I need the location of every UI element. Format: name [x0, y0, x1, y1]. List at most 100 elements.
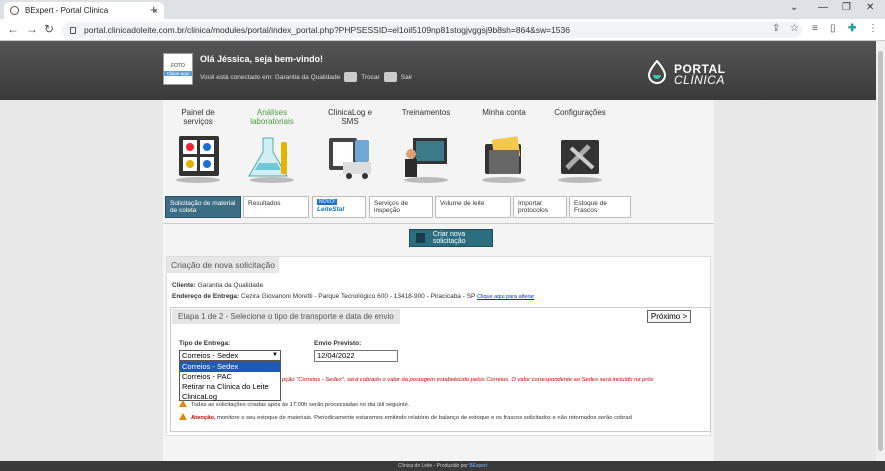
menu-analises-laboratoriais[interactable]: Análises laboratoriais: [242, 108, 302, 186]
logout-icon[interactable]: [383, 72, 397, 82]
delivery-dropdown-list: Correios - Sedex Correios - PAC Retirar …: [179, 361, 281, 401]
menu-label: ClinicaLog e SMS: [327, 108, 373, 126]
subnav-label: Volume de leite: [440, 200, 485, 207]
attention-label: Atenção,: [191, 415, 216, 421]
subnav-estoque-frascos[interactable]: Estoque de Frascos: [569, 196, 631, 218]
menu-configuracoes[interactable]: Configurações: [550, 108, 610, 186]
page-scrollbar[interactable]: [876, 41, 885, 461]
subnav-solicitacao-material[interactable]: Solicitação de material de coleta: [165, 196, 241, 218]
subnav-label: Estoque de Frascos: [574, 200, 607, 214]
reload-icon[interactable]: ↻: [44, 22, 54, 36]
subnav-importar-protocolos[interactable]: Importar protocolos: [513, 196, 567, 218]
ship-date-label: Envio Previsto:: [314, 340, 362, 347]
subnav-label: Serviços de inspeção: [374, 200, 408, 214]
close-window-icon[interactable]: ✕: [866, 2, 874, 13]
menu-clinicalog-sms[interactable]: ClinicaLog e SMS: [320, 108, 380, 186]
subnav-leitestat[interactable]: NOVO! LeiteStat: [312, 196, 366, 218]
address-info: Endereço de Entrega: Cezira Giovanoni Mo…: [172, 293, 534, 300]
lock-icon: [70, 26, 76, 34]
menu-label: Configurações: [554, 108, 606, 117]
welcome-message: Olá Jéssica, seja bem-vindo!: [200, 54, 324, 64]
chevron-down-icon[interactable]: ⌄: [790, 2, 798, 13]
browser-tab[interactable]: BExpert - Portal Clínica ×: [4, 2, 164, 19]
create-icon: [416, 233, 425, 243]
portal-logo-icon: [647, 60, 667, 84]
subnav-label: Importar protocolos: [518, 200, 548, 214]
client-value: Garantia da Qualidade: [197, 282, 264, 289]
services-panel-icon: [176, 136, 220, 183]
menu-label: Treinamentos: [401, 108, 451, 117]
chevron-down-icon: ▼: [272, 352, 278, 358]
forward-icon[interactable]: →: [26, 22, 38, 36]
connected-to-text: Você está conectado em: Garantia da Qual…: [200, 73, 341, 81]
extension-icon[interactable]: ✚: [848, 23, 856, 34]
panel-title: Criação de nova solicitação: [167, 257, 279, 273]
switch-link[interactable]: Trocar: [361, 74, 380, 81]
reading-list-icon[interactable]: ≡: [812, 23, 818, 34]
portal-logo-text: PORTAL CLÍNICA: [674, 63, 725, 87]
subnav-label: Resultados: [248, 200, 281, 207]
delivery-option[interactable]: Correios - PAC: [180, 372, 280, 382]
warning-icon: [179, 413, 187, 420]
subnav-servicos-inspecao[interactable]: Serviços de inspeção: [369, 196, 433, 218]
time-warning-text: Todas as solicitações criadas após às 17…: [191, 402, 410, 408]
delivery-option[interactable]: Retirar na Clínica do Leite: [180, 382, 280, 392]
menu-label: Análises laboratoriais: [250, 108, 294, 126]
training-board-icon: [404, 138, 448, 183]
footer: Clínica do Leite - Produzido por BExpert: [0, 461, 885, 471]
logo-line2: CLÍNICA: [674, 73, 725, 87]
menu-kebab-icon[interactable]: ⋮: [868, 23, 878, 34]
connection-info: Você está conectado em: Garantia da Qual…: [200, 72, 412, 82]
ship-date-input[interactable]: 12/04/2022: [314, 350, 398, 362]
user-photo[interactable]: FOTO Clique aqui: [163, 53, 193, 85]
attention-text: monitore o seu estoque de materiais. Per…: [215, 415, 632, 421]
truck-phone-icon: [329, 138, 371, 179]
back-icon[interactable]: ←: [7, 22, 19, 36]
account-folder-icon: [482, 136, 526, 183]
menu-label: Minha conta: [482, 108, 526, 117]
next-button[interactable]: Próximo >: [647, 310, 691, 323]
menu-treinamentos[interactable]: Treinamentos: [396, 108, 456, 186]
delivery-option[interactable]: Correios - Sedex: [180, 362, 280, 372]
subnav-resultados[interactable]: Resultados: [243, 196, 309, 218]
address-label: Endereço de Entrega:: [172, 293, 240, 300]
subnav-volume-leite[interactable]: Volume de leite: [435, 196, 511, 218]
photo-upload-link[interactable]: Clique aqui: [164, 71, 192, 76]
change-address-link[interactable]: Clique aqui para alterar: [477, 294, 534, 300]
side-panel-icon[interactable]: ▯: [830, 23, 836, 34]
warning-icon: [179, 400, 187, 407]
browser-tab-bar: BExpert - Portal Clínica × + ⌄ — ❐ ✕: [0, 0, 885, 19]
client-label: Cliente:: [172, 282, 196, 289]
lab-flask-icon: [248, 137, 294, 183]
share-icon[interactable]: ⇪: [772, 23, 780, 34]
sedex-warning: pção "Correios - Sedex", será cobrado o …: [282, 377, 654, 383]
delivery-type-select[interactable]: Correios - Sedex ▼: [179, 350, 281, 361]
address-value: Cezira Giovanoni Moretti - Parque Tecnol…: [241, 293, 476, 300]
logout-link[interactable]: Sair: [401, 74, 413, 81]
delivery-type-label: Tipo de Entrega:: [179, 340, 231, 347]
bookmark-star-icon[interactable]: ☆: [790, 23, 799, 34]
switch-icon[interactable]: [344, 72, 358, 82]
divider: [163, 223, 714, 224]
photo-label: FOTO: [171, 63, 185, 69]
url-input[interactable]: portal.clinicadoleite.com.br/clinica/mod…: [62, 22, 802, 38]
delivery-selected-value: Correios - Sedex: [182, 351, 239, 360]
footer-link[interactable]: BExpert: [469, 463, 487, 469]
tools-icon: [558, 140, 602, 183]
subnav-label: LeiteStat: [317, 206, 345, 213]
time-warning: Todas as solicitações criadas após às 17…: [179, 400, 711, 408]
scrollbar-thumb[interactable]: [878, 51, 883, 451]
create-request-button[interactable]: Criar nova solicitação: [409, 229, 493, 247]
create-request-label: Criar nova solicitação: [432, 231, 466, 245]
globe-icon: [10, 6, 19, 15]
menu-label: Painel de serviços: [181, 108, 215, 126]
portal-header: [0, 41, 885, 100]
menu-painel-servicos[interactable]: Painel de serviços: [168, 108, 228, 186]
new-badge: NOVO!: [317, 199, 338, 205]
subnav-label: Solicitação de material de coleta: [170, 200, 236, 214]
tab-title: BExpert - Portal Clínica: [25, 6, 109, 15]
minimize-icon[interactable]: —: [818, 2, 828, 13]
new-tab-button[interactable]: +: [150, 2, 158, 17]
restore-icon[interactable]: ❐: [842, 2, 851, 13]
menu-minha-conta[interactable]: Minha conta: [474, 108, 534, 186]
